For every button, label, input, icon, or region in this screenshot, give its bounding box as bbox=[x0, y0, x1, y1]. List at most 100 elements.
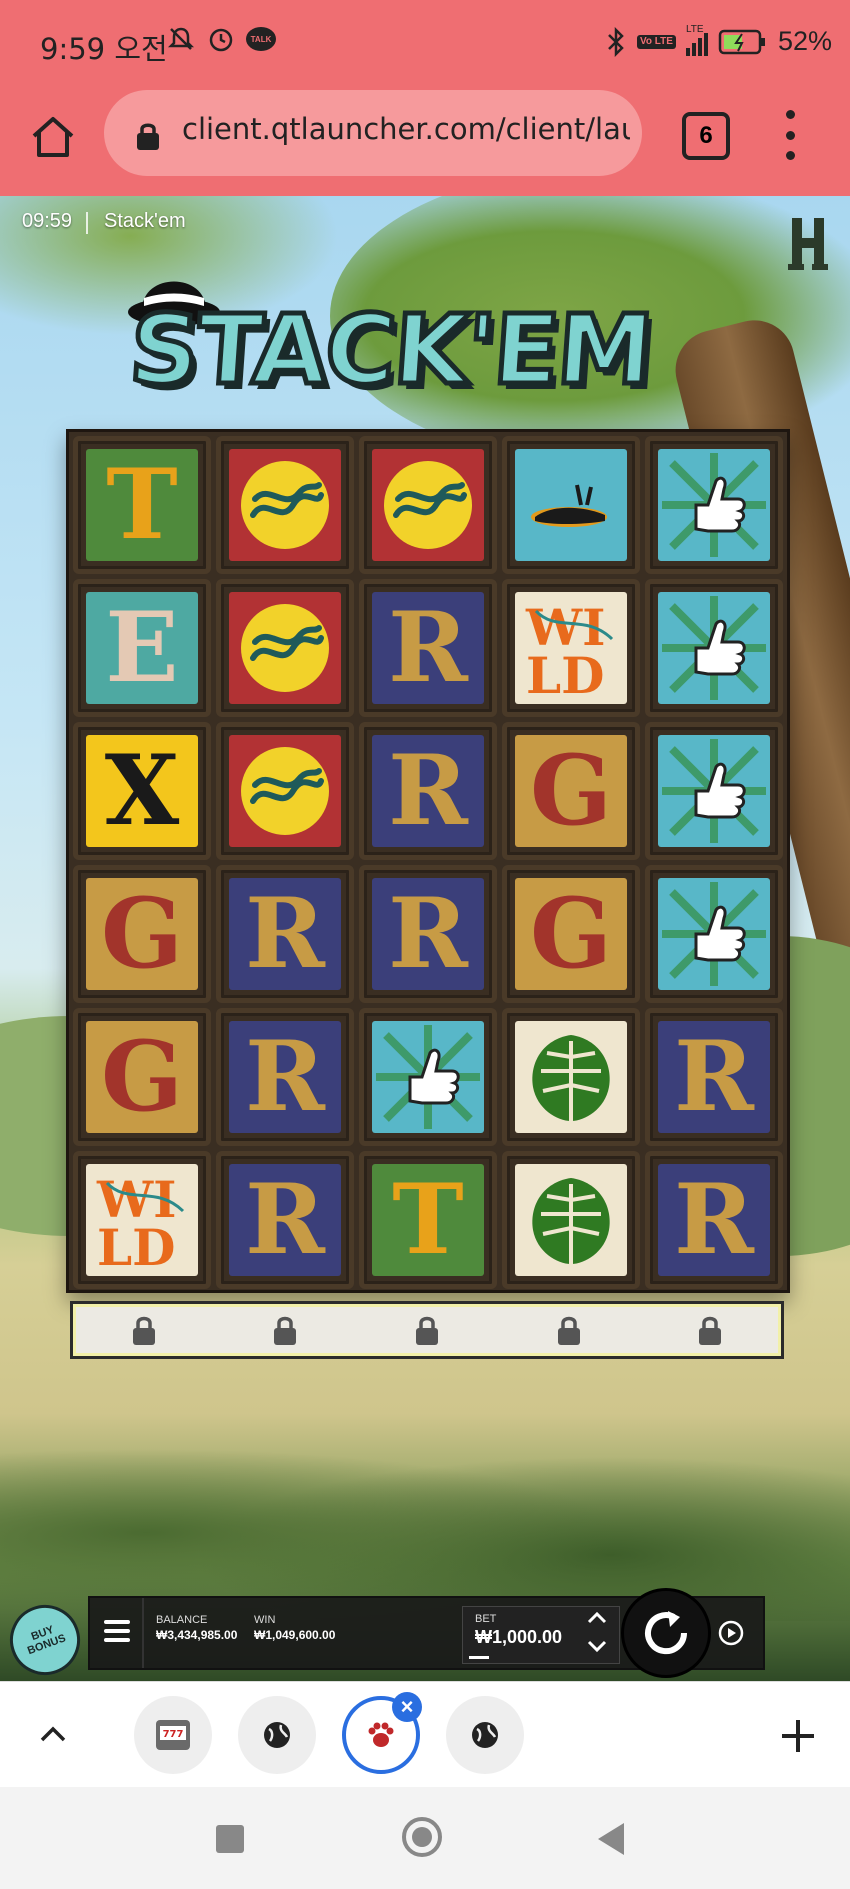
symbol-thumb bbox=[658, 735, 770, 847]
kakaotalk-icon: TALK bbox=[246, 24, 276, 54]
game-clock: 09:59 bbox=[22, 210, 73, 232]
thumb-icon bbox=[376, 1025, 480, 1129]
home-icon[interactable] bbox=[28, 112, 78, 162]
reel-cell: G bbox=[502, 722, 640, 860]
symbol-letter: E bbox=[105, 591, 179, 704]
more-menu-icon[interactable] bbox=[780, 110, 800, 160]
snake-icon bbox=[241, 604, 329, 692]
reel-cell bbox=[502, 1008, 640, 1146]
padlock-icon bbox=[699, 1316, 722, 1345]
symbol-letter: R bbox=[388, 591, 468, 704]
back-nav-button[interactable] bbox=[598, 1823, 624, 1855]
symbol-letter: G bbox=[101, 877, 183, 990]
lte-label: LTE bbox=[685, 23, 704, 35]
symbol-letter: G bbox=[530, 734, 612, 847]
symbol-r: R bbox=[229, 1021, 341, 1133]
talk-badge: TALK bbox=[246, 27, 276, 51]
mute-icon bbox=[166, 24, 196, 54]
autoplay-icon[interactable] bbox=[716, 1618, 746, 1648]
symbol-letter: R bbox=[674, 1020, 754, 1133]
tab-globe-2[interactable] bbox=[446, 1696, 524, 1774]
thumb-icon bbox=[662, 596, 766, 700]
snake-icon bbox=[241, 461, 329, 549]
padlock-icon bbox=[274, 1316, 297, 1345]
spin-button[interactable] bbox=[621, 1588, 711, 1678]
browser-tab-strip: 777 × bbox=[0, 1681, 850, 1788]
close-tab-icon[interactable]: × bbox=[392, 1692, 422, 1722]
tab-switcher-button[interactable]: 6 bbox=[682, 112, 730, 160]
win-label: WIN bbox=[254, 1614, 276, 1626]
chevron-up-icon[interactable] bbox=[36, 1718, 70, 1752]
symbol-letter: R bbox=[245, 1020, 325, 1133]
reel-cell: G bbox=[73, 865, 211, 1003]
symbol-leaf bbox=[515, 1164, 627, 1276]
url-text[interactable]: client.qtlauncher.com/client/launch bbox=[182, 112, 630, 146]
thumb-icon bbox=[662, 453, 766, 557]
slot-777-icon: 777 bbox=[156, 1720, 190, 1750]
new-tab-plus-icon[interactable] bbox=[778, 1716, 818, 1756]
reel-cell: X bbox=[73, 722, 211, 860]
game-title: Stack'em bbox=[104, 210, 186, 232]
reel-cell bbox=[216, 579, 354, 717]
reel-cell bbox=[216, 722, 354, 860]
reel-cell: T bbox=[73, 436, 211, 574]
reel-cell: R bbox=[359, 579, 497, 717]
spin-arrow-icon bbox=[645, 1611, 688, 1655]
reel-cell: R bbox=[359, 722, 497, 860]
recent-apps-button[interactable] bbox=[216, 1825, 244, 1853]
leaf-icon bbox=[532, 1178, 610, 1264]
game-header-divider bbox=[86, 212, 88, 234]
browser-toolbar: client.qtlauncher.com/client/launch 6 bbox=[0, 90, 850, 196]
android-navigation-bar bbox=[0, 1787, 850, 1889]
svg-text:LD: LD bbox=[526, 646, 605, 703]
symbol-letter: R bbox=[388, 877, 468, 990]
symbol-g: G bbox=[515, 735, 627, 847]
symbol-r: R bbox=[372, 592, 484, 704]
win-value: ₩1,049,600.00 bbox=[254, 1628, 336, 1642]
symbol-snake bbox=[229, 449, 341, 561]
balance-value: ₩3,434,985.00 bbox=[156, 1628, 238, 1642]
reel-cell: WI LD bbox=[73, 1151, 211, 1289]
locked-row-bar bbox=[70, 1301, 784, 1359]
reel-cell: T bbox=[359, 1151, 497, 1289]
symbol-t: T bbox=[372, 1164, 484, 1276]
address-bar[interactable]: client.qtlauncher.com/client/launch bbox=[104, 90, 642, 176]
padlock-icon bbox=[415, 1316, 438, 1345]
status-right-icons: Vo LTE LTE 52% bbox=[605, 24, 832, 57]
game-logo: STACK'EM bbox=[120, 254, 730, 409]
balance-label: BALANCE bbox=[156, 1614, 208, 1626]
reel-cell: R bbox=[216, 1151, 354, 1289]
hamburger-menu-icon[interactable] bbox=[104, 1620, 130, 1642]
reel-cell bbox=[645, 722, 783, 860]
symbol-bird bbox=[515, 449, 627, 561]
reel-cell bbox=[645, 865, 783, 1003]
tab-globe-1[interactable] bbox=[238, 1696, 316, 1774]
symbol-g: G bbox=[515, 878, 627, 990]
reel-cell: R bbox=[359, 865, 497, 1003]
battery-percent: 52% bbox=[777, 26, 832, 56]
symbol-t: T bbox=[86, 449, 198, 561]
signal-icon: LTE bbox=[685, 24, 708, 56]
symbol-wild: WI LD bbox=[515, 592, 627, 704]
status-time: 9:59 오전 bbox=[40, 32, 168, 66]
foreground-bushes bbox=[0, 1401, 850, 1621]
game-canvas[interactable]: 09:59 Stack'em STACK'EM T E R WI LD X R G G R R G G R… bbox=[0, 196, 850, 1681]
bet-stepper-icon[interactable] bbox=[582, 1606, 612, 1658]
snake-icon bbox=[241, 747, 329, 835]
tab-slot-777[interactable]: 777 bbox=[134, 1696, 212, 1774]
status-bar: 9:59 오전 TALK Vo LTE LTE 52% bbox=[0, 0, 850, 90]
reel-cell: R bbox=[216, 1008, 354, 1146]
reel-cell bbox=[359, 436, 497, 574]
reel-cell: G bbox=[502, 865, 640, 1003]
paw-icon bbox=[368, 1722, 394, 1747]
symbol-wild: WI LD bbox=[86, 1164, 198, 1276]
wild-icon: WILD bbox=[96, 1170, 185, 1275]
reel-cell: R bbox=[645, 1151, 783, 1289]
bluetooth-icon bbox=[608, 26, 624, 57]
symbol-r: R bbox=[372, 735, 484, 847]
status-left-icons: TALK bbox=[166, 24, 276, 54]
reel-frame: T E R WI LD X R G G R R G G R R WI LD R T R bbox=[66, 429, 790, 1293]
volte-icon: Vo LTE bbox=[636, 34, 676, 49]
reel-cell: G bbox=[73, 1008, 211, 1146]
home-nav-button[interactable] bbox=[402, 1817, 442, 1857]
